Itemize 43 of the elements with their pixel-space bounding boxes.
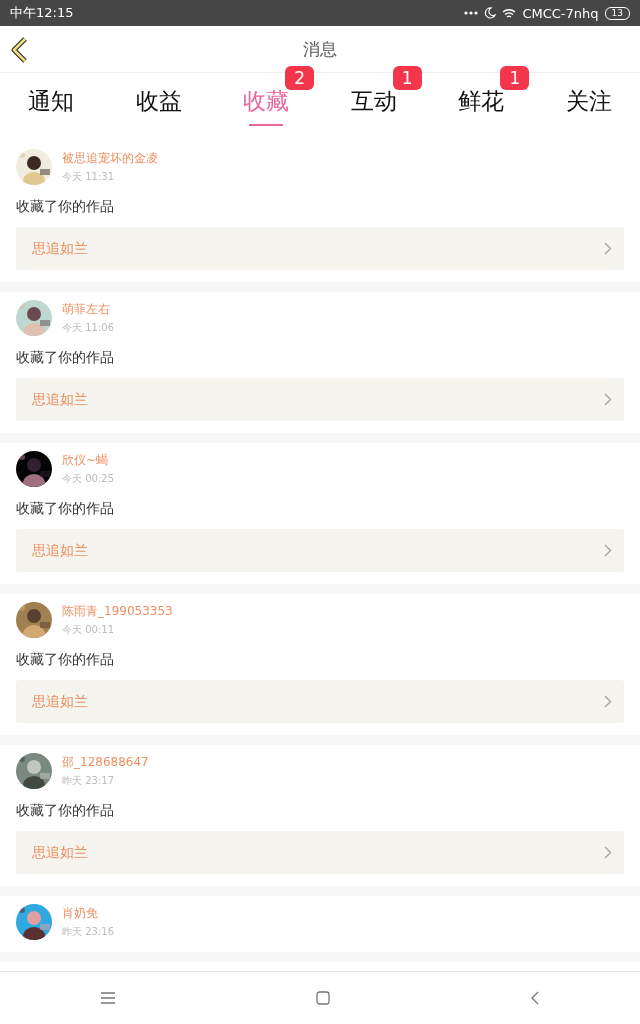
menu-icon[interactable] (100, 992, 115, 1004)
page-title: 消息 (303, 37, 337, 61)
tab[interactable]: 通知 (28, 75, 74, 129)
message-time: 今天 11:31 (62, 170, 115, 184)
tab[interactable]: 关注 (565, 75, 612, 129)
work-link[interactable]: 思追如兰 (16, 529, 624, 572)
message-time: 今天 00:11 (62, 623, 115, 637)
message-text: 收藏了你的作品 (16, 500, 115, 518)
tab-underline (249, 123, 284, 126)
back-icon[interactable] (531, 991, 540, 1005)
count-badge: 2 (285, 66, 314, 90)
user-name[interactable]: 邵_128688647 (62, 754, 149, 771)
battery-indicator: 13 (604, 6, 630, 20)
chevron-right-icon (604, 695, 612, 708)
work-link[interactable]: 思追如兰 (16, 831, 624, 874)
chevron-right-icon (604, 846, 612, 859)
clock: 中午12:15 (10, 4, 74, 22)
network-name: CMCC-7nhq (522, 5, 599, 21)
message-text: 收藏了你的作品 (16, 349, 115, 367)
work-link[interactable]: 思追如兰 (16, 227, 624, 270)
moon-icon (484, 7, 497, 19)
user-name[interactable]: 萌菲左右 (62, 301, 114, 318)
chevron-right-icon (604, 544, 612, 557)
count-badge: 1 (392, 66, 422, 90)
work-link[interactable]: 思追如兰 (16, 680, 624, 723)
chevron-right-icon (604, 242, 612, 255)
user-name[interactable]: 被思追宠坏的金凌 (62, 150, 158, 167)
user-name[interactable]: 欣仪~蝎 (62, 452, 114, 469)
user-name[interactable]: 肖奶免 (62, 905, 114, 922)
wifi-icon (502, 7, 517, 19)
work-link[interactable]: 思追如兰 (16, 378, 624, 421)
message-text: 收藏了你的作品 (16, 651, 115, 669)
message-text: 收藏了你的作品 (16, 198, 115, 216)
back-icon[interactable] (10, 37, 30, 63)
message-time: 今天 11:06 (62, 321, 114, 335)
message-time: 今天 00:25 (62, 472, 114, 486)
user-name[interactable]: 陈雨青_199053353 (62, 603, 173, 620)
message-text: 收藏了你的作品 (16, 802, 115, 820)
more-icon (464, 11, 479, 15)
tab[interactable]: 收益 (135, 75, 182, 129)
count-badge: 1 (500, 66, 530, 90)
chevron-right-icon (604, 393, 612, 406)
home-icon[interactable] (316, 991, 330, 1005)
